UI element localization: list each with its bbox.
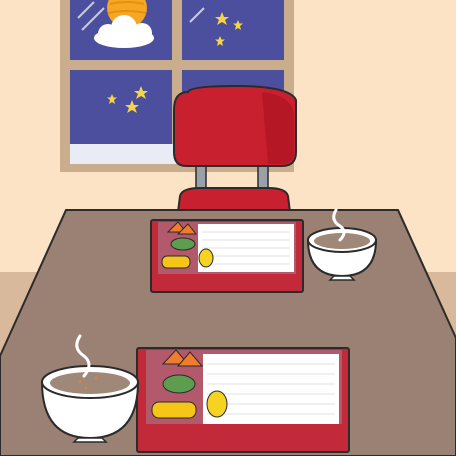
bento-box-icon xyxy=(150,219,304,293)
dining-scene xyxy=(0,0,456,456)
chair-icon xyxy=(173,84,297,213)
bento-box-icon xyxy=(136,347,350,453)
